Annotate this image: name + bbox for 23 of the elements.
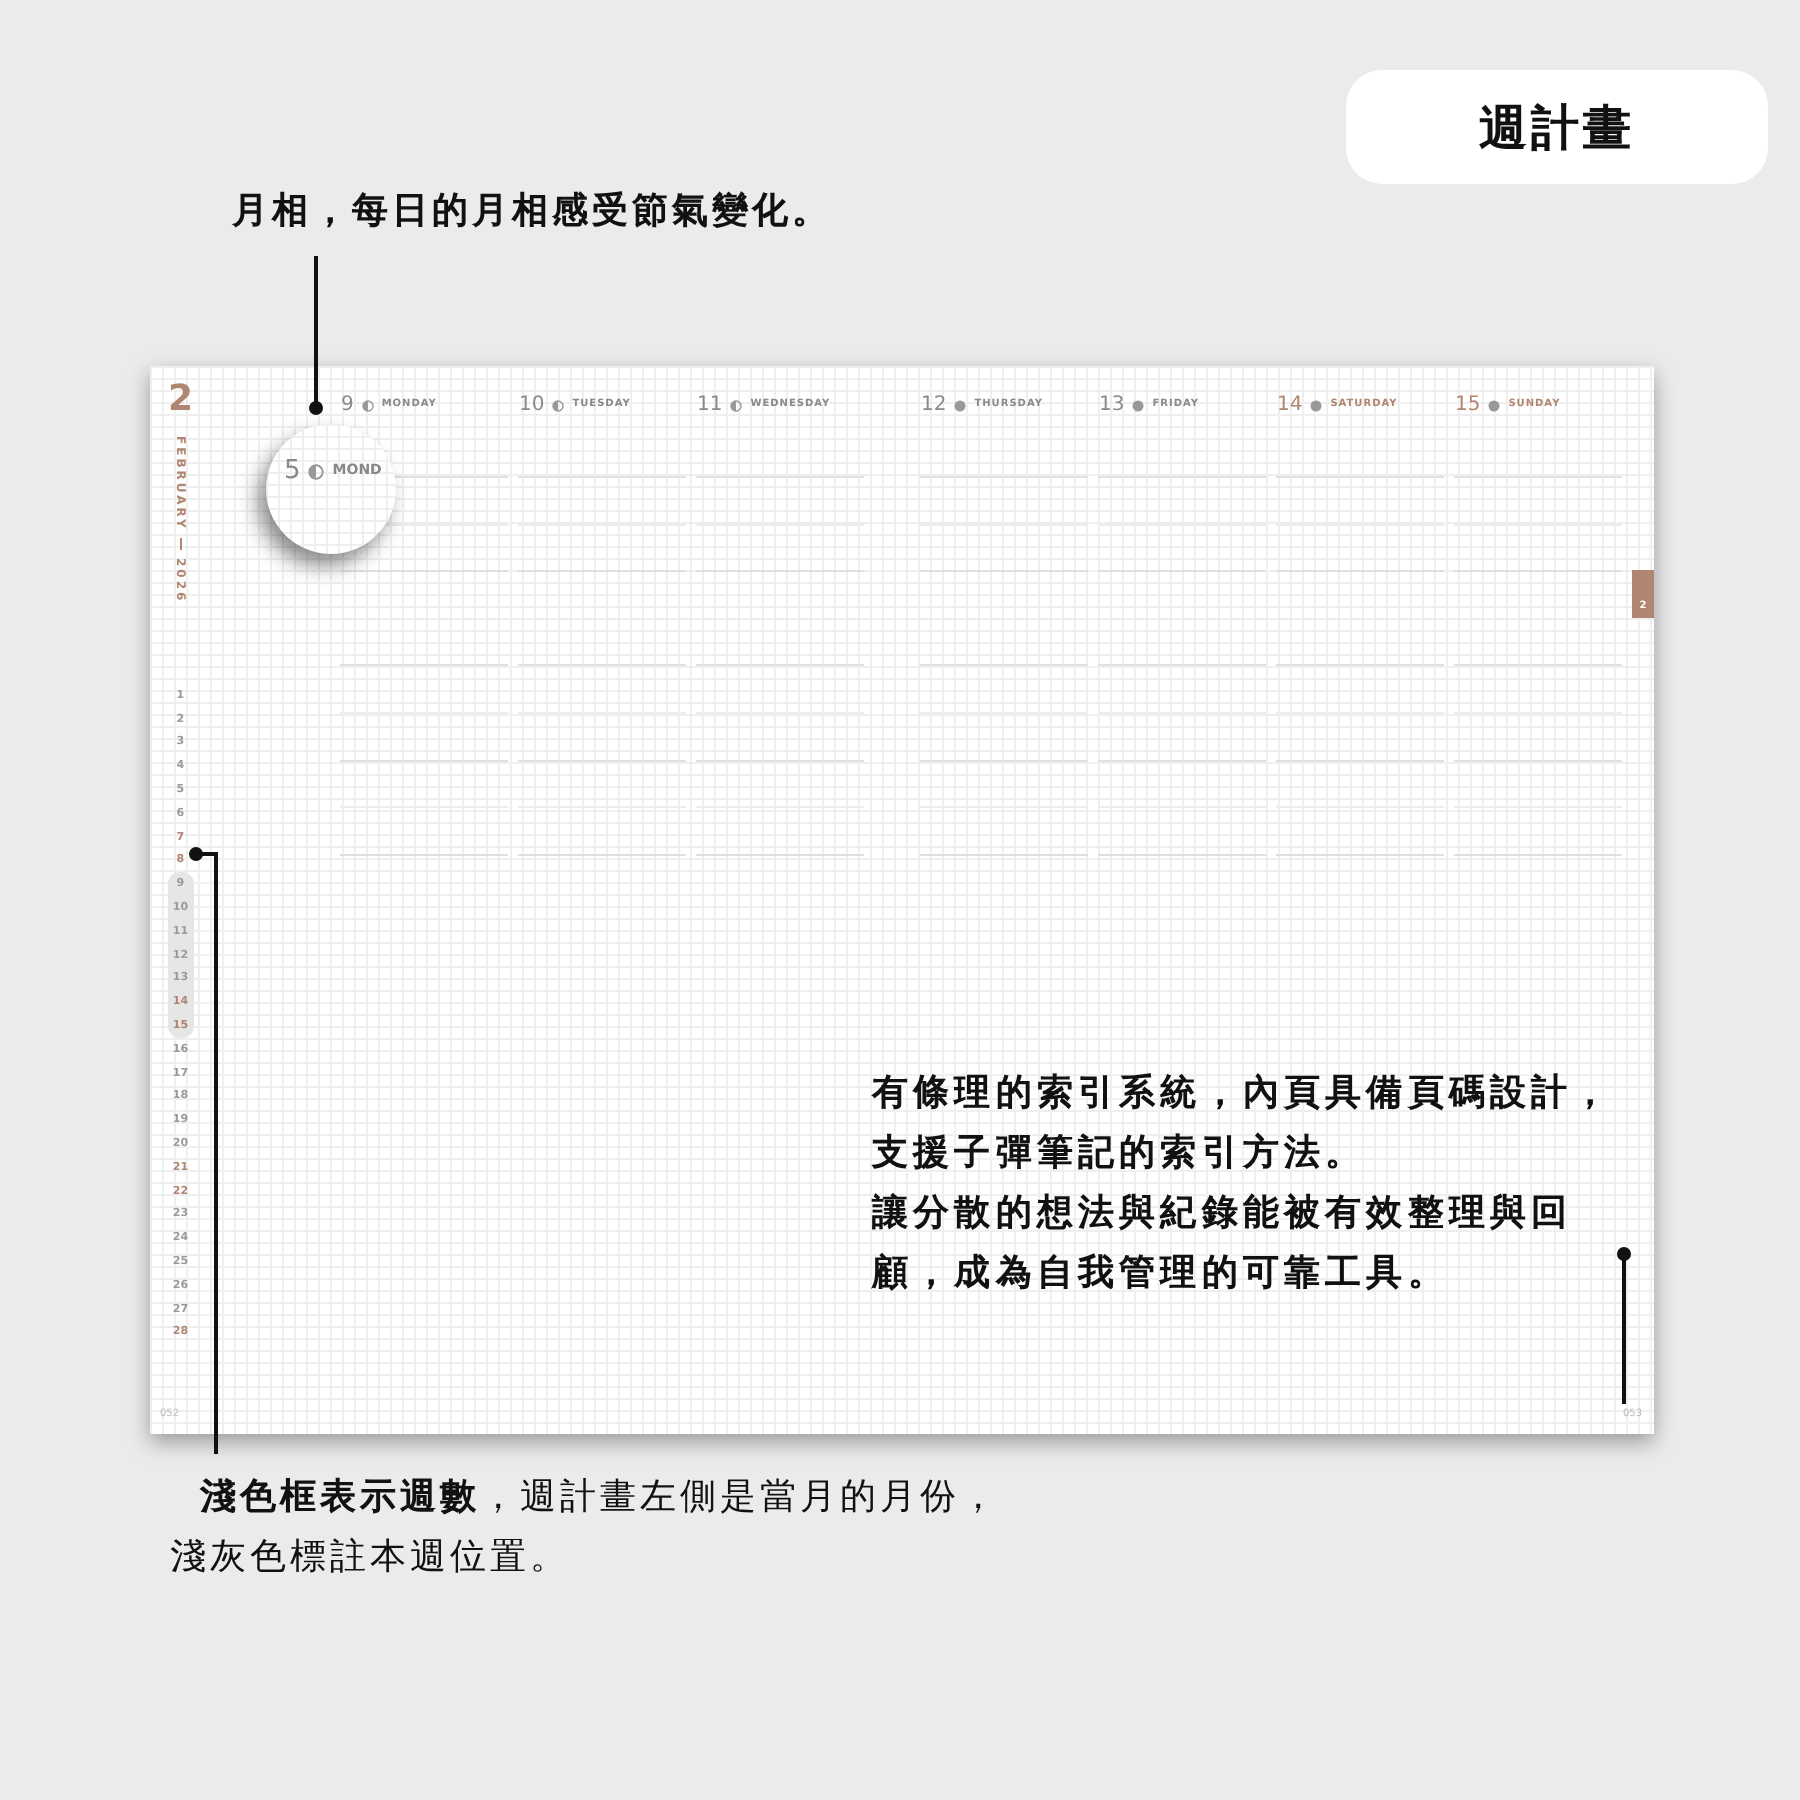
full-moon-icon	[1488, 400, 1501, 412]
day-number: 11	[696, 396, 723, 416]
day-number: 10	[518, 396, 545, 416]
month-number: 2	[167, 380, 193, 420]
half-moon-icon	[552, 400, 565, 412]
day-number: 14	[1276, 396, 1303, 416]
day-number: 15	[1454, 396, 1481, 416]
day-number: 12	[920, 396, 947, 416]
half-moon-icon	[308, 463, 325, 479]
caption: 淺色框表示週數，週計畫左側是當月的月份，	[198, 1474, 1000, 1522]
day-number: 5	[284, 458, 301, 484]
day-number: 13	[1098, 396, 1125, 416]
title-badge: 週計畫	[1346, 70, 1768, 184]
full-moon-icon	[1132, 400, 1145, 412]
full-moon-icon	[954, 400, 967, 412]
description-paragraph: 讓分散的想法與紀錄能被有效整理與回顧，成為自我管理的可靠工具。	[872, 1190, 1575, 1298]
full-moon-icon	[1310, 400, 1323, 412]
day-number: 9	[340, 396, 354, 416]
caption: 月相，每日的月相感受節氣變化。	[232, 188, 832, 236]
half-moon-icon	[361, 400, 374, 412]
caption: 淺灰色標註本週位置。	[170, 1534, 572, 1582]
half-moon-icon	[730, 400, 743, 412]
description-paragraph: 有條理的索引系統，內頁具備頁碼設計，支援子彈筆記的索引方法。	[872, 1070, 1616, 1178]
